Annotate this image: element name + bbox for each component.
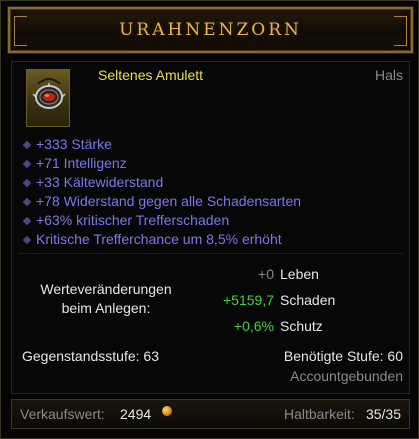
stat-change-value: +5159,7	[223, 292, 274, 308]
stat-change-armor: +0,6% Schutz	[182, 317, 323, 336]
affix-text: +33 Kältewiderstand	[36, 174, 164, 190]
item-title-bar: URAHNENZORN	[7, 6, 414, 54]
divider	[18, 253, 403, 254]
bullet-icon	[22, 235, 32, 244]
sell-value-label: Verkaufswert:	[20, 406, 105, 422]
stat-change-name: Schaden	[280, 292, 336, 308]
tooltip-body: Seltenes Amulett Hals +333 Stärke +71 In…	[11, 61, 410, 394]
affix-list: +333 Stärke +71 Intelligenz +33 Kältewid…	[22, 135, 302, 249]
bullet-icon	[22, 216, 32, 225]
bullet-icon	[22, 178, 32, 187]
item-type: Seltenes Amulett	[98, 67, 204, 83]
item-level: Gegenstandsstufe: 63	[22, 348, 159, 364]
item-tooltip: URAHNENZORN Seltenes Amulett Hals +333 S…	[0, 0, 419, 439]
affix-item: +333 Stärke	[22, 135, 301, 154]
affix-text: +78 Widerstand gegen alle Schadensarten	[36, 193, 302, 209]
stat-change-label: Werteveränderungen beim Anlegen:	[40, 281, 172, 316]
affix-text: +333 Stärke	[36, 136, 112, 152]
binding-status: Accountgebunden	[290, 368, 403, 384]
sell-value: 2494	[120, 406, 152, 422]
affix-item: +33 Kältewiderstand	[22, 173, 301, 192]
stat-change-value: +0	[258, 266, 274, 282]
stat-change-damage: +5159,7 Schaden	[182, 291, 335, 310]
stat-change-value: +0,6%	[233, 318, 274, 334]
tooltip-footer: Verkaufswert: 2494 Haltbarkeit: 35/35	[11, 399, 410, 429]
durability-label: Haltbarkeit:	[284, 406, 355, 422]
affix-text: +71 Intelligenz	[36, 155, 127, 171]
affix-text: +63% kritischer Trefferschaden	[36, 212, 230, 228]
amulet-icon	[32, 78, 66, 109]
affix-item: +78 Widerstand gegen alle Schadensarten	[22, 192, 302, 211]
item-slot: Hals	[374, 67, 403, 83]
affix-item: Kritische Trefferchance um 8,5% erhöht	[22, 230, 301, 249]
affix-item: +71 Intelligenz	[22, 154, 301, 173]
affix-item: +63% kritischer Trefferschaden	[22, 211, 301, 230]
bullet-icon	[22, 159, 32, 168]
stat-change-name: Leben	[280, 266, 319, 282]
gold-coin-icon	[162, 406, 172, 416]
stat-change-life: +0 Leben	[182, 265, 319, 284]
item-icon-frame	[26, 69, 70, 127]
item-name: URAHNENZORN	[119, 20, 302, 40]
durability-value: 35/35	[365, 406, 401, 422]
required-level: Benötigte Stufe: 60	[283, 348, 403, 364]
stat-change-name: Schutz	[280, 318, 323, 334]
bullet-icon	[22, 140, 32, 149]
affix-text: Kritische Trefferchance um 8,5% erhöht	[36, 231, 282, 247]
bullet-icon	[22, 197, 32, 206]
